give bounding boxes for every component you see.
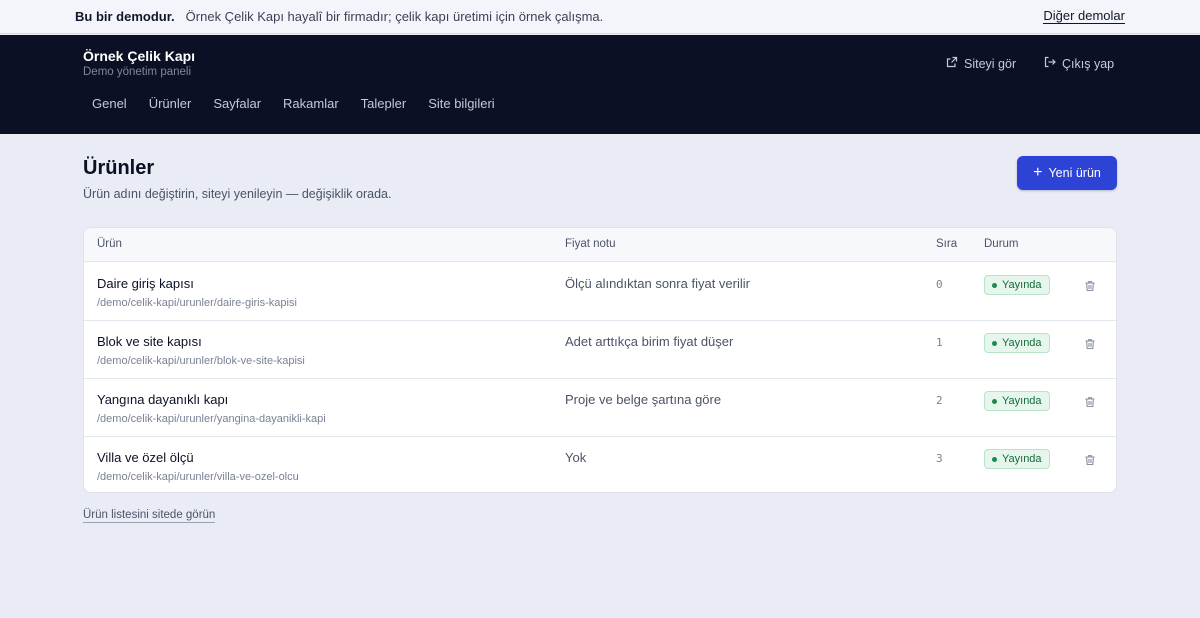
other-demos-link[interactable]: Diğer demolar xyxy=(1043,9,1125,24)
status-dot-icon xyxy=(992,282,997,288)
product-path: /demo/celik-kapi/urunler/yangina-dayanik… xyxy=(97,413,326,425)
nav-item-site-bilgileri[interactable]: Site bilgileri xyxy=(417,97,505,111)
plus-icon: + xyxy=(1033,163,1043,181)
trash-icon[interactable] xyxy=(1084,337,1096,350)
status-badge: Yayında xyxy=(984,391,1050,411)
column-header-price-note: Fiyat notu xyxy=(565,238,616,250)
table-row[interactable]: Blok ve site kapısı /demo/celik-kapi/uru… xyxy=(84,321,1116,379)
new-product-button[interactable]: + Yeni ürün xyxy=(1017,156,1117,190)
demo-banner-title: Bu bir demodur. xyxy=(75,9,175,24)
nav-item-urunler[interactable]: Ürünler xyxy=(138,97,203,111)
trash-icon[interactable] xyxy=(1084,279,1096,292)
products-table: Ürün Fiyat notu Sıra Durum Daire giriş k… xyxy=(83,227,1117,493)
column-header-order: Sıra xyxy=(936,238,958,250)
app-header: Örnek Çelik Kapı Demo yönetim paneli Sit… xyxy=(0,35,1200,134)
page-subtitle: Ürün adını değiştirin, siteyi yenileyin … xyxy=(83,187,392,201)
order-value: 3 xyxy=(936,452,943,465)
view-site-button[interactable]: Siteyi gör xyxy=(946,56,1016,71)
trash-icon[interactable] xyxy=(1084,395,1096,408)
external-link-icon xyxy=(946,56,958,71)
status-badge: Yayında xyxy=(984,449,1050,469)
brand-subtitle: Demo yönetim paneli xyxy=(83,66,192,78)
price-note: Ölçü alındıktan sonra fiyat verilir xyxy=(565,276,750,291)
order-value: 1 xyxy=(936,336,943,349)
price-note: Adet arttıkça birim fiyat düşer xyxy=(565,334,734,349)
order-value: 0 xyxy=(936,278,943,291)
page-title: Ürünler xyxy=(83,157,155,179)
logout-icon xyxy=(1044,56,1056,71)
nav-item-rakamlar[interactable]: Rakamlar xyxy=(272,97,350,111)
status-dot-icon xyxy=(992,340,997,346)
view-site-label: Siteyi gör xyxy=(964,56,1017,71)
column-header-status: Durum xyxy=(984,238,1019,250)
table-row[interactable]: Yangına dayanıklı kapı /demo/celik-kapi/… xyxy=(84,379,1116,437)
table-header: Ürün Fiyat notu Sıra Durum xyxy=(84,228,1116,262)
product-name[interactable]: Yangına dayanıklı kapı xyxy=(97,392,228,407)
column-header-product: Ürün xyxy=(97,238,122,250)
view-list-on-site-link[interactable]: Ürün listesini sitede görün xyxy=(83,509,216,523)
status-label: Yayında xyxy=(1002,395,1042,407)
demo-banner-description: Örnek Çelik Kapı hayalî bir firmadır; çe… xyxy=(185,9,604,24)
product-path: /demo/celik-kapi/urunler/blok-ve-site-ka… xyxy=(97,355,305,367)
status-label: Yayında xyxy=(1002,453,1042,465)
price-note: Proje ve belge şartına göre xyxy=(565,392,722,407)
table-row[interactable]: Daire giriş kapısı /demo/celik-kapi/urun… xyxy=(84,263,1116,321)
logout-label: Çıkış yap xyxy=(1062,56,1115,71)
status-badge: Yayında xyxy=(984,275,1050,295)
main-nav: Genel Ürünler Sayfalar Rakamlar Talepler… xyxy=(81,97,506,111)
status-label: Yayında xyxy=(1002,279,1042,291)
status-dot-icon xyxy=(992,398,997,404)
brand-title: Örnek Çelik Kapı xyxy=(83,48,196,64)
logout-button[interactable]: Çıkış yap xyxy=(1044,56,1114,71)
status-label: Yayında xyxy=(1002,337,1042,349)
price-note: Yok xyxy=(565,450,587,465)
status-dot-icon xyxy=(992,456,997,462)
demo-banner: Bu bir demodur. Örnek Çelik Kapı hayalî … xyxy=(0,0,1200,34)
product-path: /demo/celik-kapi/urunler/daire-giris-kap… xyxy=(97,297,297,309)
product-path: /demo/celik-kapi/urunler/villa-ve-ozel-o… xyxy=(97,471,299,483)
table-row[interactable]: Villa ve özel ölçü /demo/celik-kapi/urun… xyxy=(84,437,1116,492)
trash-icon[interactable] xyxy=(1084,453,1096,466)
nav-item-talepler[interactable]: Talepler xyxy=(350,97,418,111)
product-name[interactable]: Daire giriş kapısı xyxy=(97,276,194,291)
product-name[interactable]: Blok ve site kapısı xyxy=(97,334,202,349)
status-badge: Yayında xyxy=(984,333,1050,353)
nav-item-sayfalar[interactable]: Sayfalar xyxy=(202,97,272,111)
order-value: 2 xyxy=(936,394,943,407)
new-product-label: Yeni ürün xyxy=(1048,166,1101,180)
nav-item-genel[interactable]: Genel xyxy=(81,97,138,111)
product-name[interactable]: Villa ve özel ölçü xyxy=(97,450,194,465)
